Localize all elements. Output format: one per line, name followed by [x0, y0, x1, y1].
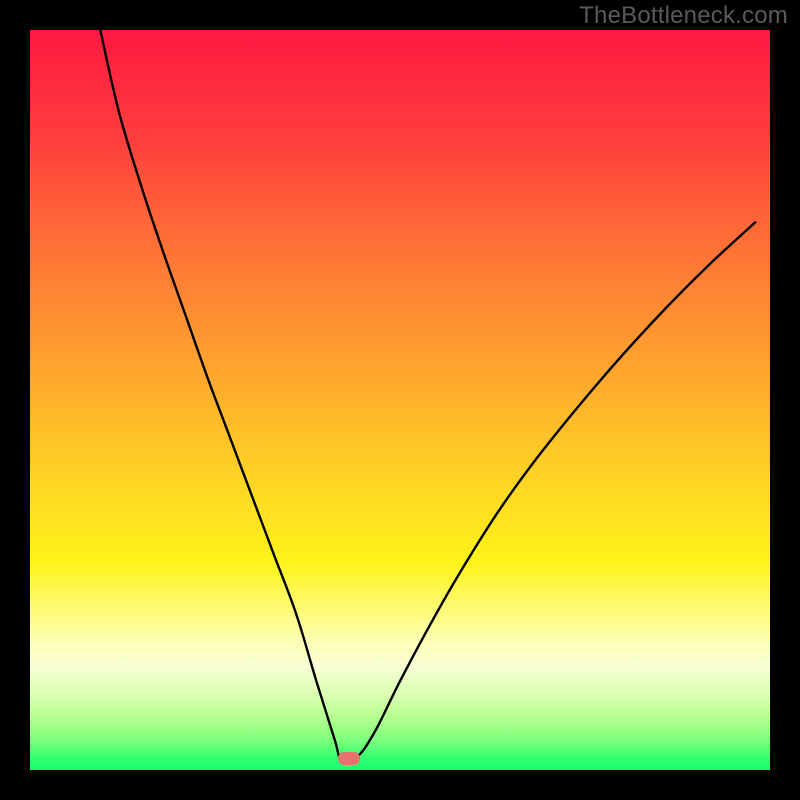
optimal-marker — [338, 752, 360, 765]
watermark-text: TheBottleneck.com — [579, 2, 788, 30]
bottleneck-curve — [100, 30, 755, 761]
curve-layer — [30, 30, 770, 770]
plot-area — [30, 30, 770, 770]
